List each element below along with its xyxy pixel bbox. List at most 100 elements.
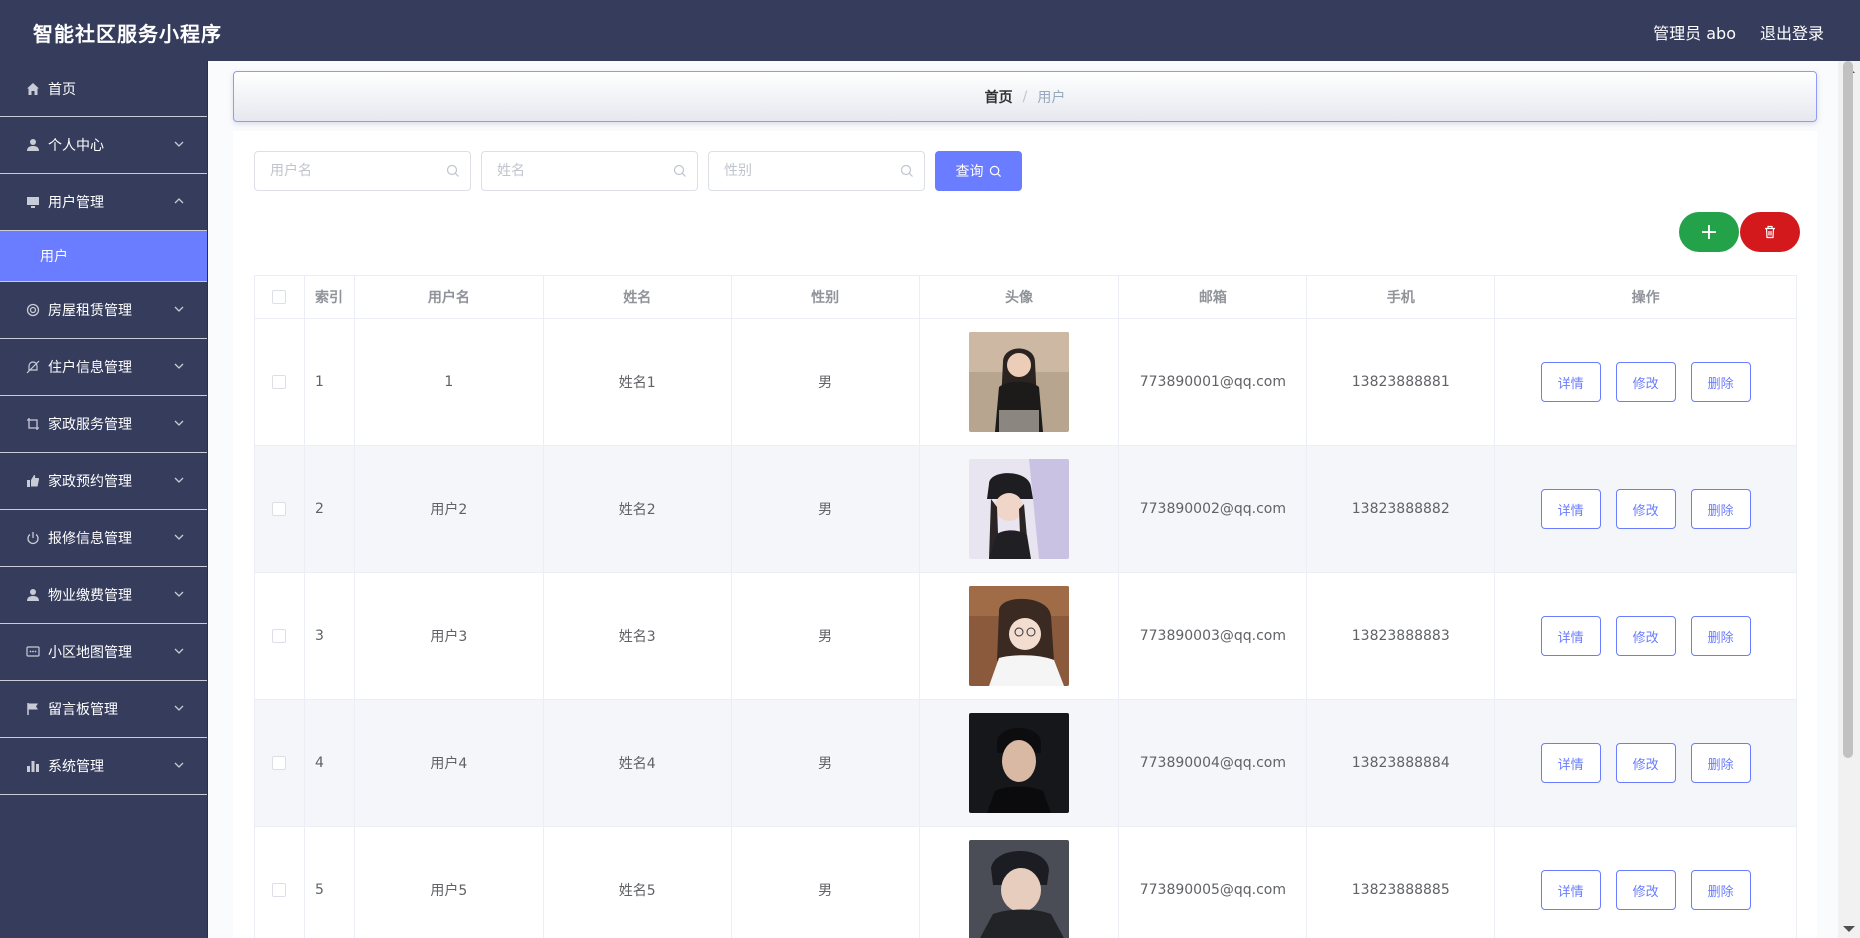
table-header-row: 索引 用户名 姓名 性别 头像 邮箱 手机 操作 <box>255 276 1797 319</box>
cell-avatar <box>920 827 1120 938</box>
detail-button[interactable]: 详情 <box>1540 870 1601 910</box>
delete-button[interactable]: 删除 <box>1690 489 1751 529</box>
row-checkbox[interactable] <box>272 629 287 643</box>
cell-avatar <box>920 700 1120 826</box>
username-search-field[interactable] <box>254 151 471 191</box>
row-checkbox[interactable] <box>272 756 287 770</box>
cell-email: 773890002@qq.com <box>1119 446 1308 572</box>
gender-search-input[interactable] <box>709 152 889 190</box>
cell-name: 姓名4 <box>544 700 732 826</box>
header-avatar: 头像 <box>920 276 1120 318</box>
bell-off-icon <box>24 358 42 376</box>
home-icon <box>24 80 42 98</box>
bar-chart-icon <box>24 757 42 775</box>
sidebar-item-resident-info[interactable]: 住户信息管理 <box>0 339 207 396</box>
monitor-icon <box>24 193 42 211</box>
table-row: 3 用户3 姓名3 男 773890003@qq.com 13823888883… <box>255 573 1797 700</box>
users-table: 索引 用户名 姓名 性别 头像 邮箱 手机 操作 1 1 姓名1 男 77389… <box>254 275 1797 938</box>
row-checkbox[interactable] <box>272 883 287 897</box>
chevron-down-icon <box>174 420 184 426</box>
sidebar-item-user-management[interactable]: 用户管理 <box>0 174 207 231</box>
gender-search-field[interactable] <box>708 151 925 191</box>
edit-button[interactable]: 修改 <box>1615 362 1676 402</box>
cell-email: 773890005@qq.com <box>1119 827 1308 938</box>
cell-gender: 男 <box>732 446 920 572</box>
chevron-down-icon <box>174 306 184 312</box>
cell-avatar <box>920 573 1120 699</box>
row-checkbox[interactable] <box>272 502 287 516</box>
header-gender: 性别 <box>732 276 920 318</box>
detail-button[interactable]: 详情 <box>1540 489 1601 529</box>
header-index: 索引 <box>305 276 355 318</box>
search-icon <box>989 165 1001 177</box>
cell-operations: 详情 修改 删除 <box>1495 827 1797 938</box>
header-operations: 操作 <box>1495 276 1797 318</box>
cell-email: 773890001@qq.com <box>1119 319 1308 445</box>
cell-avatar <box>920 319 1120 445</box>
edit-button[interactable]: 修改 <box>1615 616 1676 656</box>
select-all-checkbox[interactable] <box>272 290 287 304</box>
chevron-down-icon <box>174 141 184 147</box>
delete-button[interactable]: 删除 <box>1690 616 1751 656</box>
avatar-image <box>969 840 1069 938</box>
sidebar-item-label: 系统管理 <box>48 759 104 775</box>
user-icon <box>24 586 42 604</box>
detail-button[interactable]: 详情 <box>1540 362 1601 402</box>
sidebar-item-housekeeping-service[interactable]: 家政服务管理 <box>0 396 207 453</box>
sidebar-item-community-map[interactable]: 小区地图管理 <box>0 624 207 681</box>
row-checkbox[interactable] <box>272 375 287 389</box>
add-button[interactable]: + <box>1679 212 1739 252</box>
cell-name: 姓名5 <box>544 827 732 938</box>
scroll-down-arrow-icon[interactable] <box>1843 926 1855 932</box>
sidebar-item-label: 首页 <box>48 81 76 98</box>
cell-operations: 详情 修改 删除 <box>1495 573 1797 699</box>
plus-icon: + <box>1699 219 1719 245</box>
query-button[interactable]: 查询 <box>935 151 1022 191</box>
sidebar-item-message-board[interactable]: 留言板管理 <box>0 681 207 738</box>
chevron-up-icon <box>174 198 184 204</box>
edit-button[interactable]: 修改 <box>1615 743 1676 783</box>
user-area: 管理员 abo 退出登录 <box>1653 20 1824 44</box>
breadcrumb: 首页 / 用户 <box>233 71 1817 122</box>
cell-username: 用户3 <box>355 573 544 699</box>
sidebar-item-personal-center[interactable]: 个人中心 <box>0 117 207 174</box>
detail-button[interactable]: 详情 <box>1540 743 1601 783</box>
crop-icon <box>24 415 42 433</box>
sidebar-item-housekeeping-booking[interactable]: 家政预约管理 <box>0 453 207 510</box>
table-row: 1 1 姓名1 男 773890001@qq.com 13823888881 详… <box>255 319 1797 446</box>
sidebar-item-label: 小区地图管理 <box>48 645 132 661</box>
sidebar-item-label: 留言板管理 <box>48 702 118 718</box>
sidebar-subitem-users[interactable]: 用户 <box>0 231 207 282</box>
scrollbar-thumb[interactable] <box>1843 61 1853 758</box>
detail-button[interactable]: 详情 <box>1540 616 1601 656</box>
row-select <box>255 700 305 826</box>
delete-button[interactable]: 删除 <box>1690 362 1751 402</box>
sidebar-item-home[interactable]: 首页 <box>0 61 207 117</box>
name-search-input[interactable] <box>482 152 662 190</box>
sidebar-item-system[interactable]: 系统管理 <box>0 738 207 795</box>
sidebar-item-label: 用户管理 <box>48 195 104 211</box>
name-search-field[interactable] <box>481 151 698 191</box>
username-search-input[interactable] <box>255 152 435 190</box>
batch-delete-button[interactable] <box>1740 212 1800 252</box>
cell-phone: 13823888882 <box>1307 446 1496 572</box>
sidebar-item-house-rental[interactable]: 房屋租赁管理 <box>0 282 207 339</box>
breadcrumb-separator: / <box>1022 88 1028 105</box>
cell-index: 4 <box>305 700 355 826</box>
cell-email: 773890004@qq.com <box>1119 700 1308 826</box>
admin-label: 管理员 abo <box>1653 24 1736 43</box>
app-title: 智能社区服务小程序 <box>33 22 222 46</box>
delete-button[interactable]: 删除 <box>1690 743 1751 783</box>
avatar-image <box>969 332 1069 432</box>
logout-link[interactable]: 退出登录 <box>1760 20 1824 44</box>
sidebar-item-repair-info[interactable]: 报修信息管理 <box>0 510 207 567</box>
header-phone: 手机 <box>1307 276 1496 318</box>
edit-button[interactable]: 修改 <box>1615 489 1676 529</box>
cell-username: 用户5 <box>355 827 544 938</box>
delete-button[interactable]: 删除 <box>1690 870 1751 910</box>
chevron-down-icon <box>174 363 184 369</box>
edit-button[interactable]: 修改 <box>1615 870 1676 910</box>
vertical-scrollbar[interactable] <box>1838 61 1860 938</box>
breadcrumb-home[interactable]: 首页 <box>985 87 1013 107</box>
sidebar-item-property-fee[interactable]: 物业缴费管理 <box>0 567 207 624</box>
